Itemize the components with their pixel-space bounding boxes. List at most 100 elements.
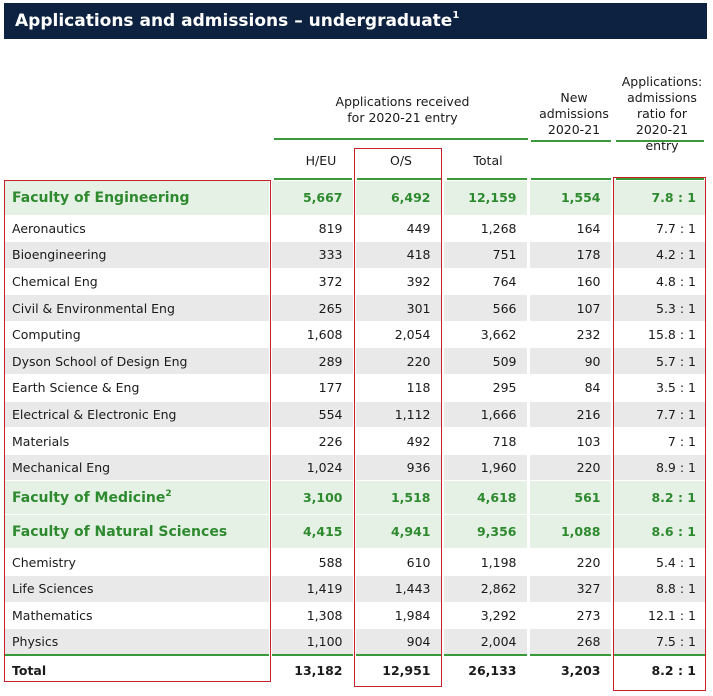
table-row: Electrical & Electronic Eng 554 1,112 1,666… [4,401,706,429]
header-applications-group: Applications received for 2020-21 entry [335,94,470,125]
row-name-text: Computing [12,327,81,343]
cell-heu: 4,415 [268,514,354,550]
row-name-text: Dyson School of Design Eng [12,353,188,369]
table-row: Civil & Environmental Eng 265 301 566 107 5.3… [4,294,706,322]
cell-heu-text: 226 [318,433,343,449]
header-new-admissions: New admissions 2020-21 [539,90,609,137]
cell-total: 718 [440,427,528,455]
row-name-text: Life Sciences [12,581,94,597]
page-title-text: Applications and admissions – undergradu… [15,11,453,31]
row-name-text: Chemistry [12,554,76,570]
cell-total-text: 509 [492,353,517,369]
cell-os-text: 610 [406,554,431,570]
total-row: Total 13,182 12,951 26,133 3,203 8.2 : 1 [4,654,706,686]
row-name: Dyson School of Design Eng [4,347,270,376]
cell-total-text: 1,666 [480,406,517,422]
cell-total: 764 [440,268,528,296]
cell-os-text: 301 [406,300,431,316]
cell-total-text: 3,662 [480,327,517,343]
cell-total: 751 [440,241,528,269]
cell-total-text: 2,862 [480,581,517,597]
cell-admissions-text: 103 [576,433,601,449]
cell-admissions-text: 1,554 [560,190,601,206]
row-name-text: Bioengineering [12,247,107,263]
table-row: Earth Science & Eng 177 118 295 84 3.5 : 1 [4,374,706,402]
cell-os: 936 [352,454,442,482]
cell-heu-text: 1,308 [306,607,343,623]
cell-admissions-text: 220 [576,554,601,570]
cell-ratio-text: 12.1 : 1 [648,607,696,623]
cell-ratio-text: 5.3 : 1 [656,300,696,316]
cell-heu-text: 3,100 [302,490,343,506]
table-row: Bioengineering 333 418 751 178 4.2 : 1 [4,241,706,269]
cell-total-text: 4,618 [476,490,517,506]
table-row: Mathematics 1,308 1,984 3,292 273 12.1 : 1 [4,602,706,630]
table-row: Materials 226 492 718 103 7 : 1 [4,427,706,455]
cell-admissions: 103 [526,427,612,455]
cell-os-text: 1,443 [394,581,431,597]
cell-total-text: 1,268 [480,220,517,236]
row-name: Civil & Environmental Eng [4,294,270,322]
cell-ratio: 8.6 : 1 [610,514,706,550]
cell-admissions: 3,203 [526,654,612,686]
footnote-marker: 2 [165,488,172,499]
row-name: Faculty of Natural Sciences [4,514,270,550]
cell-admissions: 84 [526,374,612,402]
faculty-row: Faculty of Engineering 5,667 6,492 12,159 1,… [4,181,706,216]
cell-admissions-text: 216 [576,406,601,422]
row-name: Aeronautics [4,215,270,243]
table-row: Dyson School of Design Eng 289 220 509 90 5.7… [4,347,706,376]
cell-ratio: 5.4 : 1 [610,548,706,577]
row-name: Total [4,654,270,686]
page-title: Applications and admissions – undergradu… [4,3,707,39]
cell-total-text: 26,133 [468,663,517,679]
cell-admissions: 1,554 [526,181,612,216]
cell-ratio: 8.2 : 1 [610,654,706,686]
header-ratio: Applications: admissions ratio for 2020-… [621,74,703,153]
row-name: Faculty of Engineering [4,181,270,216]
table-row: Chemistry 588 610 1,198 220 5.4 : 1 [4,548,706,577]
cell-os-text: 4,941 [390,524,431,540]
cell-heu: 588 [268,548,354,577]
cell-heu-text: 554 [318,406,343,422]
cell-ratio: 7.5 : 1 [610,628,706,656]
cell-os-text: 2,054 [394,327,431,343]
row-name: Physics [4,628,270,656]
cell-total: 566 [440,294,528,322]
cell-heu: 265 [268,294,354,322]
cell-admissions-text: 232 [576,327,601,343]
cell-ratio-text: 3.5 : 1 [656,380,696,396]
cell-os-text: 1,984 [394,607,431,623]
cell-ratio: 4.8 : 1 [610,268,706,296]
cell-ratio-text: 7.7 : 1 [656,406,696,422]
cell-ratio: 3.5 : 1 [610,374,706,402]
cell-ratio-text: 8.2 : 1 [651,490,696,506]
cell-total: 2,004 [440,628,528,656]
cell-os: 118 [352,374,442,402]
cell-ratio-text: 7.5 : 1 [656,634,696,650]
row-name: Earth Science & Eng [4,374,270,402]
cell-os: 6,492 [352,181,442,216]
cell-admissions-text: 1,088 [560,524,601,540]
cell-total: 12,159 [440,181,528,216]
cell-os: 1,984 [352,602,442,630]
cell-ratio-text: 7 : 1 [667,433,696,449]
cell-heu: 3,100 [268,480,354,516]
cell-ratio-text: 7.7 : 1 [656,220,696,236]
cell-ratio: 5.7 : 1 [610,347,706,376]
row-name-text: Faculty of Engineering [12,189,190,206]
cell-admissions: 268 [526,628,612,656]
cell-ratio: 15.8 : 1 [610,321,706,349]
cell-admissions: 220 [526,454,612,482]
cell-ratio-text: 5.7 : 1 [656,353,696,369]
cell-total: 1,268 [440,215,528,243]
cell-admissions-text: 327 [576,581,601,597]
cell-ratio-text: 8.9 : 1 [656,460,696,476]
cell-admissions-text: 273 [576,607,601,623]
row-name-text: Materials [12,433,70,449]
cell-total: 1,198 [440,548,528,577]
cell-os: 492 [352,427,442,455]
cell-os: 1,112 [352,401,442,429]
cell-total-text: 2,004 [480,634,517,650]
cell-total: 9,356 [440,514,528,550]
